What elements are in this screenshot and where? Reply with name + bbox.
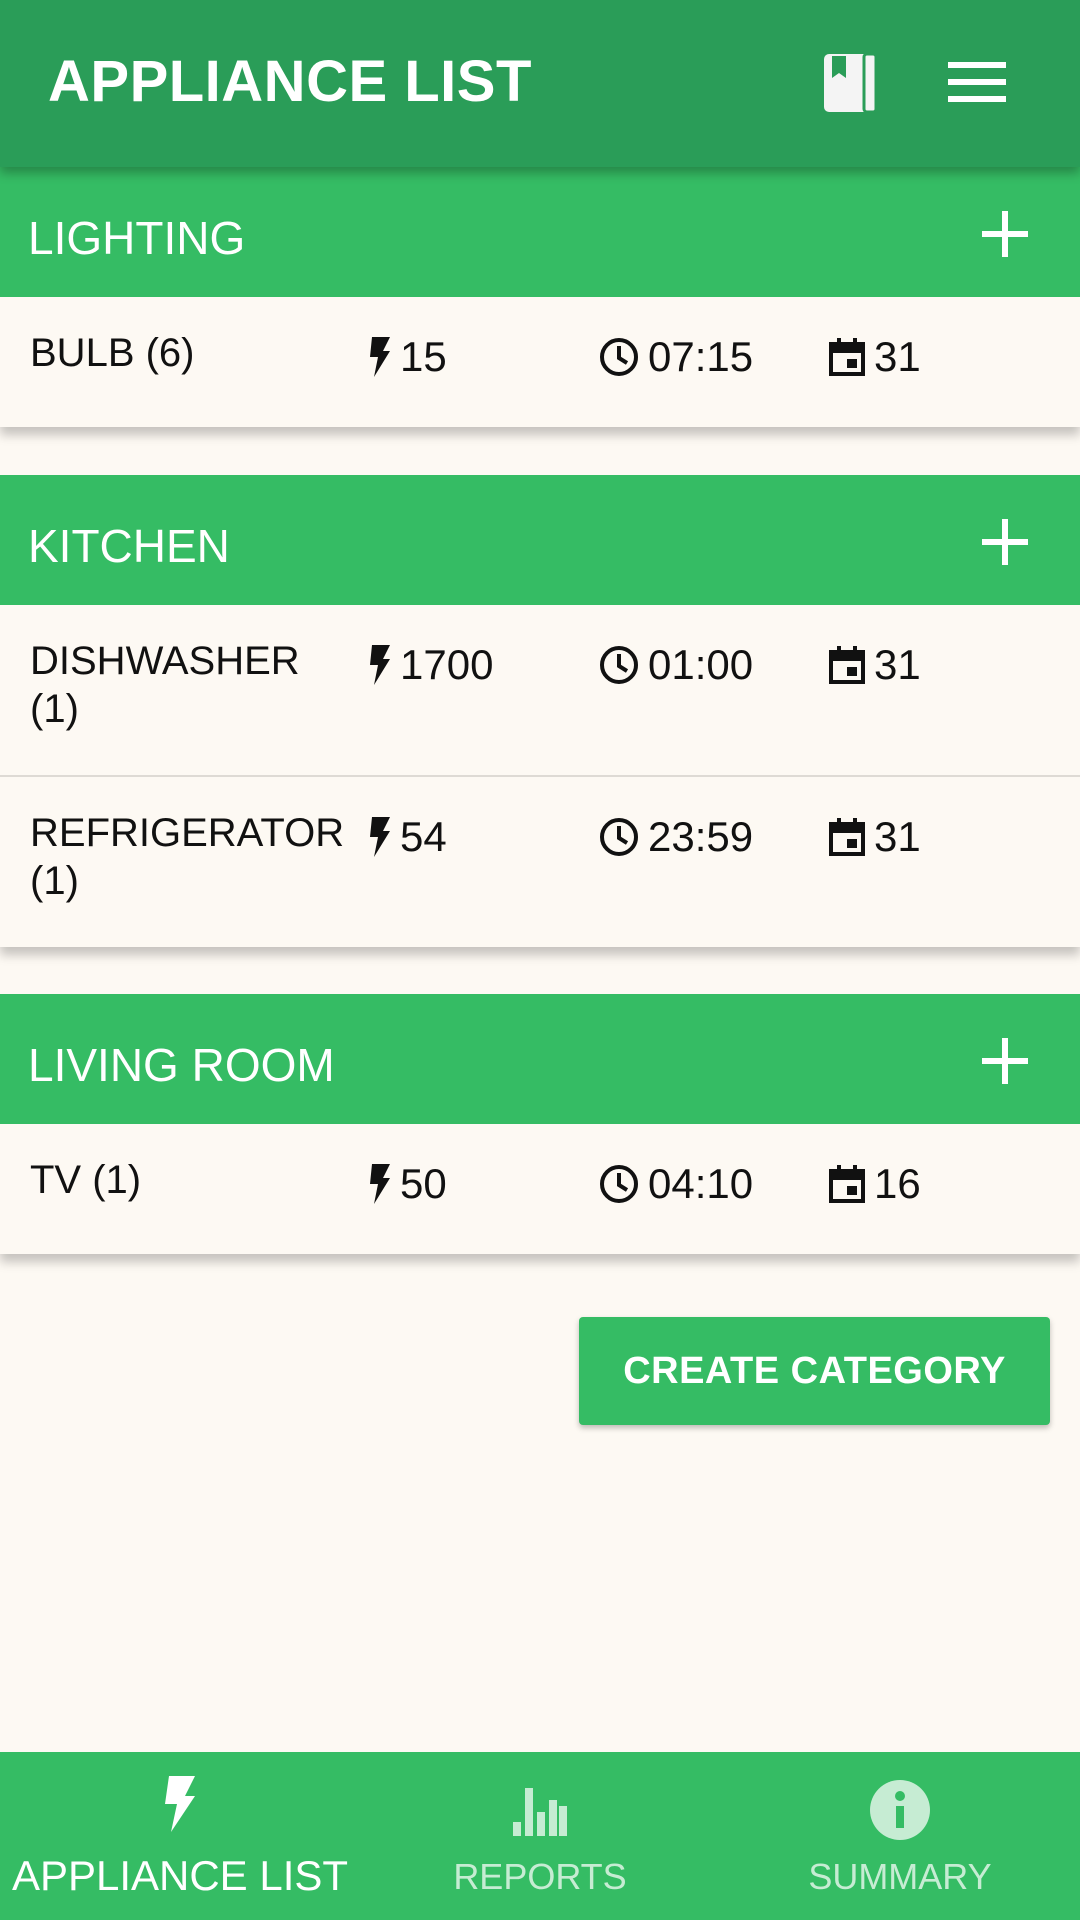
category-title: KITCHEN: [28, 520, 230, 572]
nav-label: APPLIANCE LIST: [11, 1852, 349, 1899]
appliance-row[interactable]: DISHWASHER (1) 1700 01:00 31: [0, 605, 1080, 775]
time-metric: 04:10: [598, 1160, 753, 1208]
power-value: 50: [400, 1160, 447, 1207]
category-title: LIGHTING: [28, 212, 246, 264]
nav-reports[interactable]: REPORTS: [360, 1752, 720, 1920]
time-metric: 23:59: [598, 813, 753, 861]
power-metric: 1700: [368, 641, 493, 689]
bolt-icon: [370, 337, 390, 377]
power-value: 1700: [400, 641, 494, 688]
plus-icon: [982, 1038, 1028, 1084]
appliance-list: BULB (6) 15 07:15 31: [0, 297, 1080, 427]
info-icon: [870, 1780, 930, 1845]
calendar-icon: [829, 818, 865, 856]
clock-icon: [600, 1165, 638, 1203]
calendar-icon: [829, 646, 865, 684]
nav-appliance-list[interactable]: APPLIANCE LIST: [0, 1752, 360, 1920]
power-value: 15: [400, 333, 447, 380]
time-value: 07:15: [648, 333, 754, 380]
power-value: 54: [400, 813, 447, 860]
clock-icon: [600, 646, 638, 684]
appliance-row[interactable]: BULB (6) 15 07:15 31: [0, 297, 1080, 427]
clock-icon: [600, 818, 638, 856]
nav-summary[interactable]: SUMMARY: [720, 1752, 1080, 1920]
bolt-icon: [370, 645, 390, 685]
bolt-icon: [370, 1164, 390, 1204]
time-value: 04:10: [648, 1160, 754, 1207]
nav-label: REPORTS: [453, 1856, 627, 1897]
time-metric: 01:00: [598, 641, 753, 689]
category-living-room: LIVING ROOM TV (1) 50 04:10 16: [0, 994, 1080, 1254]
bolt-icon: [163, 1776, 197, 1837]
category-header: LIVING ROOM: [0, 994, 1080, 1124]
page-title: APPLIANCE LIST: [48, 49, 532, 114]
appliance-name: BULB (6): [30, 331, 195, 375]
menu-icon[interactable]: [946, 58, 1008, 106]
calendar-icon: [829, 1165, 865, 1203]
bolt-icon: [370, 817, 390, 857]
days-value: 31: [874, 333, 921, 380]
category-kitchen: KITCHEN DISHWASHER (1) 1700 01:00 31 REF…: [0, 475, 1080, 947]
book-icon[interactable]: [820, 52, 882, 114]
plus-icon: [982, 211, 1028, 257]
appliance-row[interactable]: REFRIGERATOR (1) 54 23:59 31: [0, 775, 1080, 947]
calendar-icon: [829, 338, 865, 376]
days-metric: 31: [828, 813, 921, 861]
days-value: 31: [874, 813, 921, 860]
bar-chart-icon: [513, 1782, 567, 1841]
nav-label: SUMMARY: [808, 1856, 992, 1897]
days-value: 16: [874, 1160, 921, 1207]
appliance-list: DISHWASHER (1) 1700 01:00 31 REFRIGERATO…: [0, 605, 1080, 947]
days-metric: 31: [828, 641, 921, 689]
power-metric: 15: [368, 333, 447, 381]
appliance-name: REFRIGERATOR (1): [30, 811, 345, 903]
days-value: 31: [874, 641, 921, 688]
bottom-navigation: APPLIANCE LIST REPORTS SUMMARY: [0, 1752, 1080, 1920]
power-metric: 50: [368, 1160, 447, 1208]
plus-icon: [982, 519, 1028, 565]
category-header: KITCHEN: [0, 475, 1080, 605]
days-metric: 31: [828, 333, 921, 381]
category-lighting: LIGHTING BULB (6) 15 07:15 31: [0, 167, 1080, 427]
category-title: LIVING ROOM: [28, 1039, 335, 1091]
app-bar: APPLIANCE LIST: [0, 0, 1080, 167]
time-value: 01:00: [648, 641, 754, 688]
add-appliance-button[interactable]: [978, 1034, 1032, 1088]
appliance-row[interactable]: TV (1) 50 04:10 16: [0, 1124, 1080, 1254]
category-header: LIGHTING: [0, 167, 1080, 297]
power-metric: 54: [368, 813, 447, 861]
add-appliance-button[interactable]: [978, 515, 1032, 569]
appliance-list: TV (1) 50 04:10 16: [0, 1124, 1080, 1254]
time-value: 23:59: [648, 813, 754, 860]
time-metric: 07:15: [598, 333, 753, 381]
clock-icon: [600, 338, 638, 376]
appliance-name: DISHWASHER (1): [30, 639, 300, 731]
appliance-name: TV (1): [30, 1158, 142, 1202]
create-category-button[interactable]: CREATE CATEGORY: [579, 1317, 1050, 1425]
days-metric: 16: [828, 1160, 921, 1208]
add-appliance-button[interactable]: [978, 207, 1032, 261]
